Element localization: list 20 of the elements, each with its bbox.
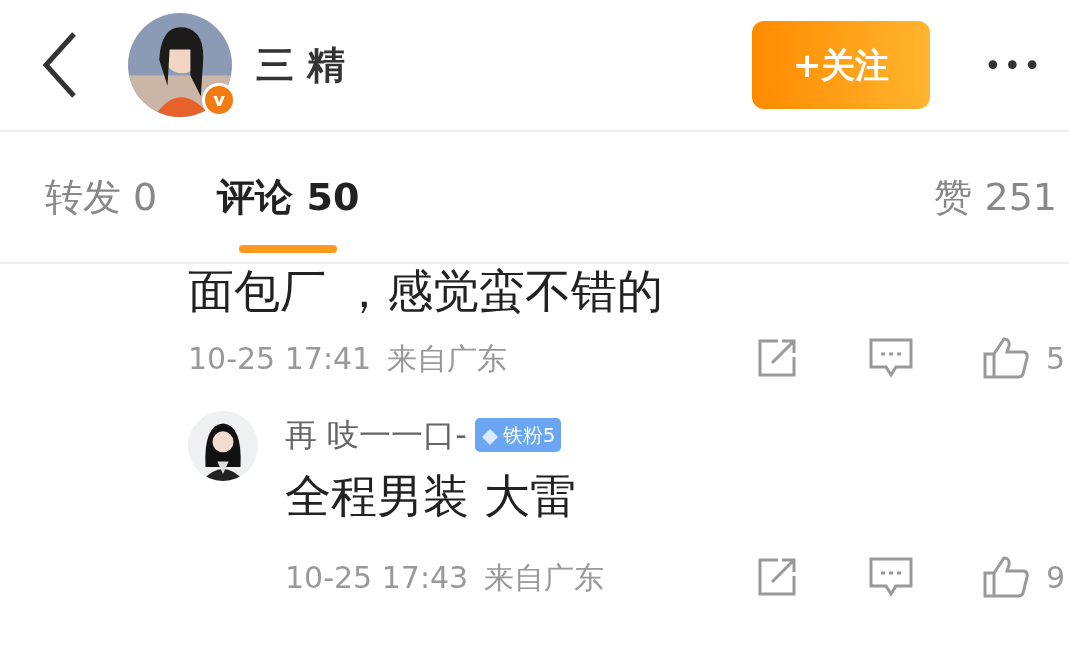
- tab[interactable]: 评论 50: [217, 131, 360, 263]
- verified-badge: v: [202, 83, 236, 117]
- comment-time: 10-25 17:41: [188, 339, 372, 378]
- comment-text: 全程男装 大雷: [285, 469, 577, 525]
- like-icon[interactable]: [981, 555, 1030, 600]
- fan-level: 铁粉5: [502, 422, 556, 450]
- comment-location: 来自广东: [484, 558, 605, 597]
- like-icon[interactable]: [981, 336, 1030, 381]
- comment-text: 面包厂 ，感觉蛮不错的: [188, 264, 664, 320]
- more-button[interactable]: •••: [977, 41, 1049, 89]
- comment-location: 来自广东: [387, 339, 508, 378]
- tab[interactable]: 转发 0: [45, 131, 158, 263]
- user-name[interactable]: 再 吱一一口-: [285, 411, 467, 460]
- like-count: 9: [1045, 558, 1065, 597]
- like-count: 5: [1045, 339, 1065, 378]
- like-count: 赞 251: [934, 173, 1057, 221]
- comment-icon[interactable]: [867, 337, 914, 380]
- comment-time: 10-25 17:43: [285, 558, 469, 597]
- user-name[interactable]: 三 精: [256, 36, 752, 94]
- comment-icon[interactable]: [867, 556, 914, 599]
